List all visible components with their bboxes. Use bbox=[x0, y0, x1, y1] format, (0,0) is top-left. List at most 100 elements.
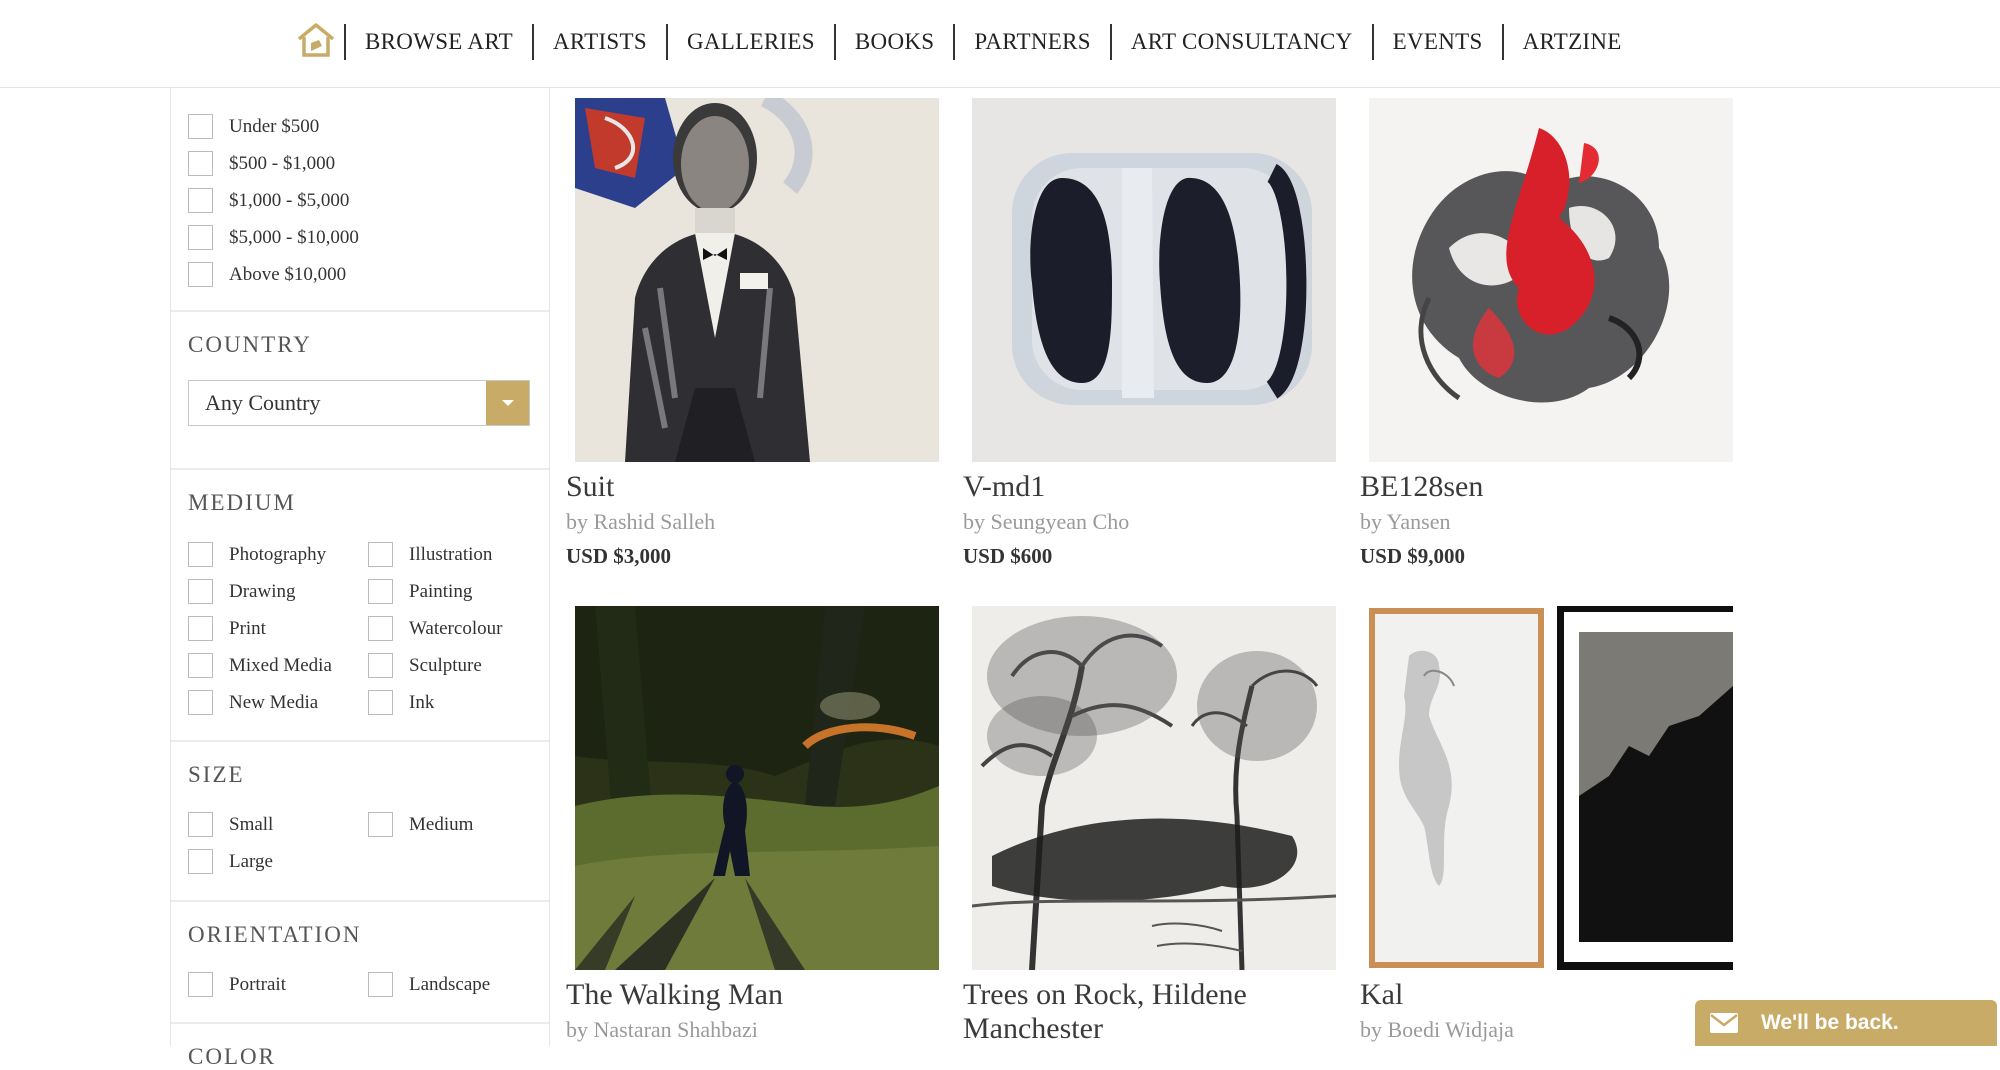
artwork-image[interactable] bbox=[972, 606, 1336, 970]
checkbox[interactable] bbox=[188, 972, 213, 997]
nav-browse-art[interactable]: BROWSE ART bbox=[346, 29, 532, 55]
section-title: COLOR bbox=[188, 1044, 276, 1069]
nav-art-consultancy[interactable]: ART CONSULTANCY bbox=[1112, 29, 1372, 55]
medium-option[interactable]: Photography bbox=[188, 536, 332, 573]
option-label: Sculpture bbox=[409, 654, 482, 676]
nav-artists[interactable]: ARTISTS bbox=[534, 29, 666, 55]
nav-galleries[interactable]: GALLERIES bbox=[668, 29, 834, 55]
medium-option[interactable]: Illustration bbox=[368, 536, 502, 573]
option-label: Above $10,000 bbox=[229, 263, 347, 285]
artwork-title-line: Trees on Rock, Hildene bbox=[963, 978, 1247, 1011]
top-navigation: BROWSE ART ARTISTS GALLERIES BOOKS PARTN… bbox=[0, 0, 2000, 88]
artwork-card[interactable]: Trees on Rock, Hildene Manchester bbox=[963, 606, 1343, 1046]
nav-events[interactable]: EVENTS bbox=[1374, 29, 1502, 55]
color-filter-section: COLOR bbox=[171, 1024, 549, 1069]
artwork-image[interactable] bbox=[575, 606, 939, 970]
artwork-artist[interactable]: by Yansen bbox=[1360, 509, 1450, 535]
nav-artzine[interactable]: ARTZINE bbox=[1504, 29, 1641, 55]
nav-partners[interactable]: PARTNERS bbox=[955, 29, 1110, 55]
medium-option[interactable]: Sculpture bbox=[368, 647, 502, 684]
checkbox[interactable] bbox=[368, 690, 393, 715]
option-label: Small bbox=[229, 813, 274, 835]
option-label: Print bbox=[229, 617, 266, 639]
orientation-filter-section: ORIENTATION Portrait Landscape bbox=[171, 902, 549, 1024]
checkbox[interactable] bbox=[188, 114, 213, 139]
artwork-image[interactable] bbox=[1369, 606, 1733, 970]
artwork-image[interactable] bbox=[972, 98, 1336, 462]
medium-option[interactable]: Mixed Media bbox=[188, 647, 332, 684]
size-option[interactable]: Small bbox=[188, 806, 273, 843]
medium-filter-section: MEDIUM Photography Drawing Print Mixed M… bbox=[171, 470, 549, 742]
checkbox[interactable] bbox=[188, 188, 213, 213]
checkbox[interactable] bbox=[188, 849, 213, 874]
checkbox[interactable] bbox=[188, 225, 213, 250]
artwork-price: USD $600 bbox=[963, 544, 1053, 568]
size-option[interactable]: Large bbox=[188, 843, 273, 880]
artwork-image[interactable] bbox=[575, 98, 939, 462]
artwork-card[interactable]: V-md1 by Seungyean Cho USD $600 bbox=[963, 98, 1343, 578]
section-title: ORIENTATION bbox=[188, 922, 362, 947]
checkbox[interactable] bbox=[368, 653, 393, 678]
price-option[interactable]: Under $500 bbox=[188, 108, 359, 145]
artwork-image[interactable] bbox=[1369, 98, 1733, 462]
checkbox[interactable] bbox=[368, 812, 393, 837]
medium-option[interactable]: New Media bbox=[188, 684, 332, 721]
checkbox[interactable] bbox=[188, 262, 213, 287]
price-option[interactable]: $500 - $1,000 bbox=[188, 145, 359, 182]
checkbox[interactable] bbox=[188, 616, 213, 641]
checkbox[interactable] bbox=[188, 690, 213, 715]
medium-option[interactable]: Painting bbox=[368, 573, 502, 610]
artwork-title[interactable]: V-md1 bbox=[963, 470, 1045, 504]
checkbox[interactable] bbox=[368, 972, 393, 997]
envelope-icon bbox=[1707, 1012, 1741, 1034]
checkbox[interactable] bbox=[188, 151, 213, 176]
artwork-card[interactable]: Suit by Rashid Salleh USD $3,000 bbox=[566, 98, 946, 578]
artwork-artist[interactable]: by Boedi Widjaja bbox=[1360, 1017, 1514, 1043]
option-label: New Media bbox=[229, 691, 319, 713]
checkbox[interactable] bbox=[188, 579, 213, 604]
option-label: Illustration bbox=[409, 543, 493, 565]
artwork-price: USD $9,000 bbox=[1360, 544, 1466, 568]
artwork-title[interactable]: Trees on Rock, Hildene Manchester bbox=[963, 978, 1247, 1046]
checkbox[interactable] bbox=[368, 579, 393, 604]
filter-sidebar: Under $500 $500 - $1,000 $1,000 - $5,000… bbox=[170, 88, 550, 1069]
artwork-title[interactable]: Suit bbox=[566, 470, 614, 504]
medium-option[interactable]: Drawing bbox=[188, 573, 332, 610]
orientation-option[interactable]: Landscape bbox=[368, 966, 490, 1003]
country-select[interactable]: Any Country bbox=[188, 380, 530, 426]
checkbox[interactable] bbox=[188, 812, 213, 837]
medium-option[interactable]: Print bbox=[188, 610, 332, 647]
artwork-artist[interactable]: by Seungyean Cho bbox=[963, 509, 1129, 535]
orientation-option[interactable]: Portrait bbox=[188, 966, 286, 1003]
artwork-title[interactable]: BE128sen bbox=[1360, 470, 1483, 504]
chat-widget-tab[interactable]: We'll be back. bbox=[1695, 1000, 1997, 1046]
artwork-card[interactable]: Kal by Boedi Widjaja bbox=[1360, 606, 1740, 1046]
checkbox[interactable] bbox=[188, 542, 213, 567]
checkbox[interactable] bbox=[188, 653, 213, 678]
artwork-title[interactable]: The Walking Man bbox=[566, 978, 783, 1012]
chevron-down-icon[interactable] bbox=[486, 381, 529, 425]
medium-option[interactable]: Ink bbox=[368, 684, 502, 721]
size-option[interactable]: Medium bbox=[368, 806, 473, 843]
artwork-price: USD $3,000 bbox=[566, 544, 672, 568]
nav-books[interactable]: BOOKS bbox=[836, 29, 953, 55]
price-option[interactable]: Above $10,000 bbox=[188, 256, 359, 293]
checkbox[interactable] bbox=[368, 616, 393, 641]
medium-option[interactable]: Watercolour bbox=[368, 610, 502, 647]
selected-country: Any Country bbox=[205, 390, 321, 415]
price-filter-section: Under $500 $500 - $1,000 $1,000 - $5,000… bbox=[171, 88, 549, 312]
artwork-artist[interactable]: by Nastaran Shahbazi bbox=[566, 1017, 758, 1043]
option-label: Large bbox=[229, 850, 273, 872]
artwork-title-line: Manchester bbox=[963, 1012, 1103, 1045]
artwork-card[interactable]: BE128sen by Yansen USD $9,000 bbox=[1360, 98, 1740, 578]
price-option[interactable]: $1,000 - $5,000 bbox=[188, 182, 359, 219]
option-label: Photography bbox=[229, 543, 327, 565]
option-label: Watercolour bbox=[409, 617, 503, 639]
checkbox[interactable] bbox=[368, 542, 393, 567]
artwork-card[interactable]: The Walking Man by Nastaran Shahbazi bbox=[566, 606, 946, 1046]
artwork-artist[interactable]: by Rashid Salleh bbox=[566, 509, 715, 535]
option-label: Drawing bbox=[229, 580, 296, 602]
price-option[interactable]: $5,000 - $10,000 bbox=[188, 219, 359, 256]
artwork-title[interactable]: Kal bbox=[1360, 978, 1403, 1012]
home-button[interactable] bbox=[296, 22, 344, 62]
